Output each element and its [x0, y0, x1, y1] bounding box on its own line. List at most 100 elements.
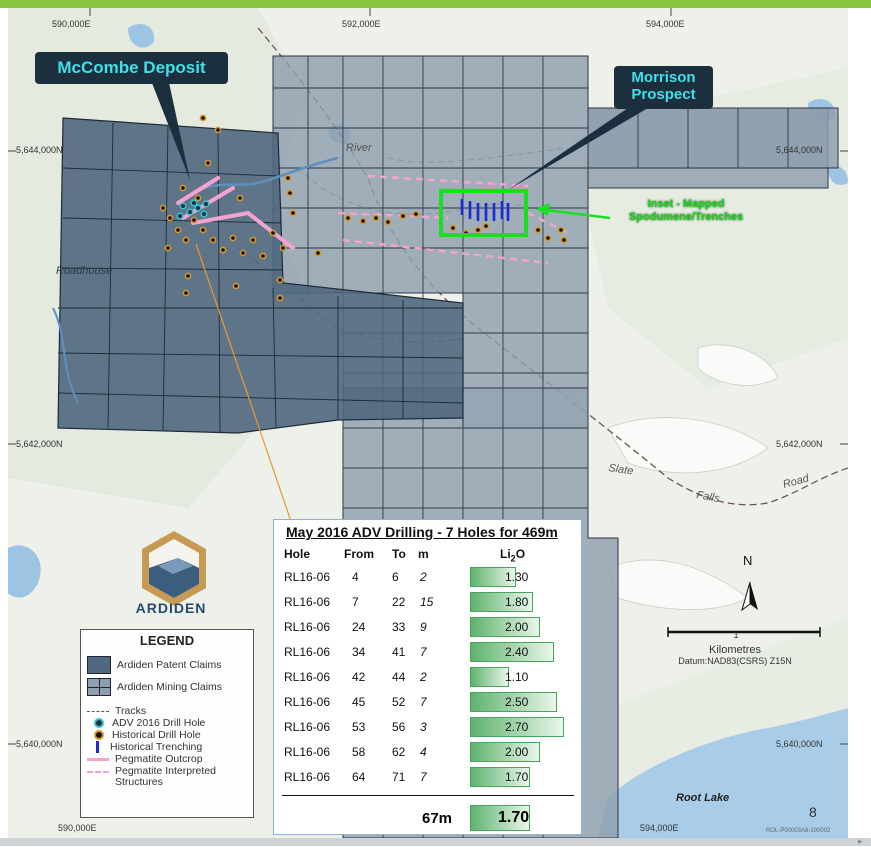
cell-li2o: 2.00 — [505, 745, 529, 759]
col-header-hole: Hole — [284, 547, 311, 561]
trench-icon — [96, 741, 99, 754]
morrison-callout: Morrison Prospect — [614, 66, 713, 109]
legend-item-tracks: Tracks — [87, 705, 146, 717]
label-river: River — [346, 142, 373, 154]
cell-hole: RL16-06 — [284, 770, 331, 784]
page-number: 8 — [809, 804, 817, 820]
table-row: RL16-06 53 56 3 2.70 — [274, 715, 581, 739]
total-metres: 67m — [422, 810, 453, 827]
pegmatite-outcrop-icon — [87, 757, 109, 761]
grid-label-n3-left: 5,640,000N — [16, 739, 63, 749]
cell-from: 64 — [352, 770, 366, 784]
col-header-from: From — [344, 547, 374, 561]
morrison-label-line1: Morrison — [631, 69, 696, 86]
cell-li2o: 2.70 — [505, 720, 529, 734]
patent-claims-swatch — [87, 656, 111, 674]
cell-m: 9 — [420, 620, 427, 634]
grid-label-n2-right: 5,642,000N — [776, 439, 823, 449]
label-roadhouse: Roadhouse — [56, 265, 112, 277]
cell-m: 2 — [420, 570, 427, 584]
mining-claims-swatch — [87, 678, 111, 696]
document-reference: ROL-P00003A8-100002 — [766, 828, 831, 834]
cell-from: 7 — [352, 595, 359, 609]
legend-label-hist-trench: Historical Trenching — [110, 741, 203, 753]
legend-item-peg-outcrop: Pegmatite Outcrop — [87, 753, 203, 765]
cell-to: 71 — [392, 770, 406, 784]
grid-label-e3-bottom: 594,000E — [640, 823, 679, 833]
li2o-grade-bar — [470, 667, 509, 687]
bottom-scrollbar[interactable] — [0, 838, 871, 846]
table-title: May 2016 ADV Drilling - 7 Holes for 469m — [286, 524, 558, 540]
grid-label-e3-top: 594,000E — [646, 19, 685, 29]
legend-label-mining: Ardiden Mining Claims — [117, 680, 223, 693]
col-header-li2o: Li2O — [500, 547, 526, 564]
cell-hole: RL16-06 — [284, 570, 331, 584]
cell-li2o: 1.10 — [505, 670, 529, 684]
cell-to: 6 — [392, 570, 399, 584]
cell-from: 34 — [352, 645, 366, 659]
drilling-results-table: May 2016 ADV Drilling - 7 Holes for 469m… — [273, 519, 582, 835]
table-row: RL16-06 34 41 7 2.40 — [274, 640, 581, 664]
cell-hole: RL16-06 — [284, 670, 331, 684]
cell-m: 7 — [420, 695, 427, 709]
table-row: RL16-06 4 6 2 1.30 — [274, 565, 581, 589]
table-row: RL16-06 58 62 4 2.00 — [274, 740, 581, 764]
cell-to: 33 — [392, 620, 406, 634]
cell-m: 7 — [420, 645, 427, 659]
grid-label-e1-bottom: 590,000E — [58, 823, 97, 833]
total-li2o-value: 1.70 — [498, 809, 530, 826]
cell-to: 44 — [392, 670, 406, 684]
right-margin — [848, 8, 871, 838]
col-header-to: To — [392, 547, 406, 561]
morrison-label-line2: Prospect — [631, 86, 696, 103]
scroll-right-icon[interactable]: ▸ — [858, 836, 863, 847]
legend-label-peg-int2: Structures — [115, 776, 163, 788]
cell-li2o: 2.00 — [505, 620, 529, 634]
cell-to: 22 — [392, 595, 406, 609]
cell-from: 53 — [352, 720, 366, 734]
legend-item-hist-trench: Historical Trenching — [87, 741, 203, 754]
cell-li2o: 2.50 — [505, 695, 529, 709]
scale-datum: Datum:NAD83(CSRS) Z15N — [678, 656, 792, 666]
cell-li2o: 1.70 — [505, 770, 529, 784]
cell-hole: RL16-06 — [284, 645, 331, 659]
grid-label-e2-top: 592,000E — [342, 19, 381, 29]
pegmatite-interpreted-icon — [87, 771, 109, 773]
cell-li2o: 1.80 — [505, 595, 529, 609]
cell-from: 58 — [352, 745, 366, 759]
top-accent-bar — [0, 0, 871, 8]
legend-label-adv: ADV 2016 Drill Hole — [112, 717, 206, 729]
scale-value: 1 — [733, 630, 739, 640]
legend-item-hist-drill: Historical Drill Hole — [87, 729, 201, 741]
legend-title: LEGEND — [139, 633, 195, 648]
table-row: RL16-06 24 33 9 2.00 — [274, 615, 581, 639]
grid-label-n1-left: 5,644,000N — [16, 145, 63, 155]
cell-from: 24 — [352, 620, 366, 634]
north-label: N — [743, 553, 753, 568]
cell-hole: RL16-06 — [284, 695, 331, 709]
grid-label-n2-left: 5,642,000N — [16, 439, 63, 449]
legend-item-mining: Ardiden Mining Claims — [87, 678, 222, 696]
mccombe-label: McCombe Deposit — [57, 58, 206, 77]
cell-m: 4 — [420, 745, 427, 759]
legend-label-hist-drill: Historical Drill Hole — [112, 729, 201, 741]
cell-to: 41 — [392, 645, 406, 659]
mccombe-callout: McCombe Deposit — [35, 52, 228, 84]
legend-item-peg-interpreted: Pegmatite Interpreted Structures — [87, 766, 216, 788]
scale-unit: Kilometres — [709, 644, 761, 656]
adv-drill-hole-icon — [94, 718, 104, 729]
cell-to: 56 — [392, 720, 406, 734]
label-root-lake: Root Lake — [676, 792, 729, 804]
table-row: RL16-06 45 52 7 2.50 — [274, 690, 581, 714]
legend-item-patent: Ardiden Patent Claims — [87, 656, 221, 674]
ardiden-logo-text: ARDIDEN — [135, 600, 207, 616]
grid-label-e1-top: 590,000E — [52, 19, 91, 29]
col-header-m: m — [418, 547, 429, 561]
cell-from: 45 — [352, 695, 366, 709]
cell-li2o: 1.30 — [505, 570, 529, 584]
grid-label-n1-right: 5,644,000N — [776, 145, 823, 155]
legend-item-adv: ADV 2016 Drill Hole — [87, 717, 205, 729]
cell-m: 3 — [420, 720, 427, 734]
scale-text: 1 Kilometres Datum:NAD83(CSRS) Z15N — [660, 630, 810, 667]
table-row: RL16-06 42 44 2 1.10 — [274, 665, 581, 689]
